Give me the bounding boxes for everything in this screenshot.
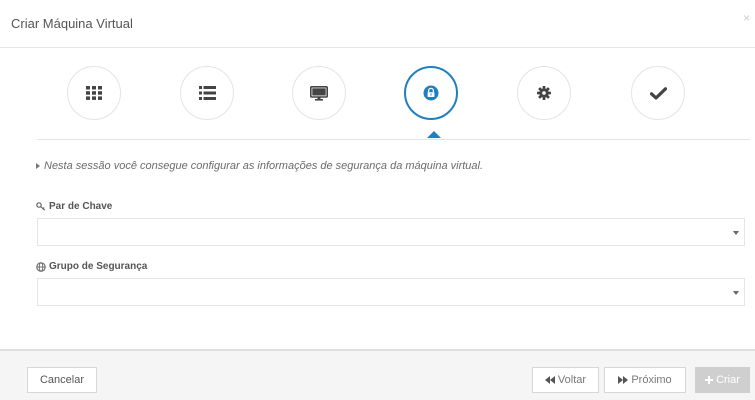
chevron-down-icon	[733, 231, 739, 235]
dialog-footer: Cancelar Voltar Próximo Criar	[0, 349, 755, 400]
active-step-pointer	[427, 131, 441, 138]
chevron-down-icon	[733, 291, 739, 295]
step-security[interactable]	[404, 66, 458, 120]
security-group-select[interactable]	[37, 278, 745, 306]
key-pair-label-text: Par de Chave	[49, 201, 113, 212]
back-label: Voltar	[557, 374, 587, 386]
gear-icon	[537, 86, 551, 100]
create-button[interactable]: Criar	[695, 367, 750, 393]
step-grid[interactable]	[67, 66, 121, 120]
step-monitor[interactable]	[292, 66, 346, 120]
plus-icon	[705, 376, 714, 384]
next-button[interactable]: Próximo	[604, 367, 686, 393]
back-button[interactable]: Voltar	[532, 367, 599, 393]
globe-icon	[36, 261, 46, 272]
step-settings[interactable]	[517, 66, 571, 120]
next-label: Próximo	[631, 374, 672, 386]
monitor-icon	[310, 85, 328, 101]
step-confirm[interactable]	[631, 66, 685, 120]
checkmark-icon	[649, 86, 667, 100]
close-icon[interactable]: ×	[743, 11, 750, 25]
grid-icon	[86, 86, 102, 100]
wizard-steps	[0, 60, 755, 140]
step-list[interactable]	[180, 66, 234, 120]
dialog-title: Criar Máquina Virtual	[11, 16, 133, 31]
key-pair-select[interactable]	[37, 218, 745, 246]
create-label: Criar	[716, 374, 740, 386]
list-icon	[198, 86, 216, 100]
section-info: Nesta sessão você consegue configurar as…	[36, 160, 483, 172]
security-group-label-text: Grupo de Segurança	[49, 261, 148, 272]
backward-icon	[544, 376, 555, 384]
cancel-label: Cancelar	[39, 374, 85, 386]
forward-icon	[618, 376, 629, 384]
lock-icon	[423, 85, 439, 101]
steps-divider	[37, 139, 750, 140]
security-group-label: Grupo de Segurança	[36, 261, 147, 272]
key-icon	[36, 202, 46, 211]
cancel-button[interactable]: Cancelar	[27, 367, 97, 393]
caret-right-icon	[36, 163, 40, 169]
dialog-header: Criar Máquina Virtual ×	[0, 0, 755, 48]
key-pair-label: Par de Chave	[36, 201, 112, 212]
info-text: Nesta sessão você consegue configurar as…	[44, 160, 484, 172]
